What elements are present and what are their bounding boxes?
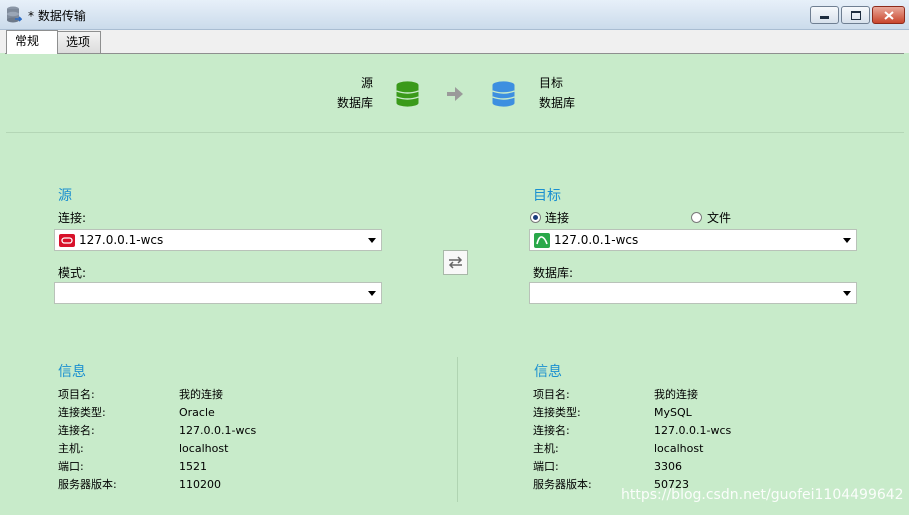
minimize-icon [820,16,829,19]
radio-connection[interactable] [530,212,541,223]
source-connection-select[interactable]: 127.0.0.1-wcs [54,229,382,251]
chevron-down-icon [368,291,376,296]
info-row: 端口: 3306 [533,458,731,476]
header-target-label: 目标 数据库 [539,73,575,113]
info-row: 连接类型: Oracle [58,404,256,422]
info-key: 端口: [533,460,559,473]
arrow-right-icon [447,87,463,104]
database-select[interactable] [529,282,857,304]
info-key: 连接类型: [533,406,581,419]
info-key: 项目名: [533,388,570,401]
info-row: 项目名: 我的连接 [58,386,256,404]
info-value: 1521 [179,460,207,473]
info-key: 项目名: [58,388,95,401]
target-connection-value: 127.0.0.1-wcs [554,233,639,247]
info-value: 3306 [654,460,682,473]
swap-icon [448,256,463,269]
schema-label: 模式: [58,266,87,280]
source-info-list: 项目名: 我的连接 连接类型: Oracle 连接名: 127.0.0.1-wcs 主… [58,386,256,494]
info-value: Oracle [179,406,215,419]
source-title: 源 [58,188,72,204]
info-value: 127.0.0.1-wcs [654,424,732,437]
info-value: MySQL [654,406,692,419]
info-key: 服务器版本: [58,478,117,491]
minimize-button[interactable] [810,6,839,24]
window-title: * 数据传输 [28,9,86,23]
info-row: 服务器版本: 110200 [58,476,256,494]
radio-connection-label[interactable]: 连接 [545,209,569,226]
header-target-line2: 数据库 [539,96,576,110]
info-key: 主机: [533,442,559,455]
maximize-icon [850,10,861,20]
target-database-icon [492,81,515,110]
radio-file-label[interactable]: 文件 [707,209,731,226]
tab-general[interactable]: 常规 [6,30,58,54]
info-value: 127.0.0.1-wcs [179,424,257,437]
target-info-title: 信息 [534,364,562,380]
info-key: 连接名: [533,424,570,437]
chevron-down-icon [843,291,851,296]
info-row: 主机: localhost [533,440,731,458]
info-separator [457,357,458,502]
chevron-down-icon [843,238,851,243]
info-value: 我的连接 [654,388,698,401]
watermark: https://blog.csdn.net/guofei1104499642 [621,487,904,503]
database-app-icon [6,6,23,24]
swap-button[interactable] [443,250,468,275]
title-bar [0,0,909,30]
info-value: 110200 [179,478,221,491]
header-source-line2: 数据库 [336,96,373,110]
tab-options[interactable]: 选项 [57,31,101,53]
header-source-label: 源 数据库 [320,73,373,113]
info-row: 连接类型: MySQL [533,404,731,422]
info-value: 我的连接 [179,388,223,401]
chevron-down-icon [368,238,376,243]
header-separator [6,132,904,133]
radio-file[interactable] [691,212,702,223]
target-title: 目标 [533,188,561,204]
info-row: 项目名: 我的连接 [533,386,731,404]
schema-select[interactable] [54,282,382,304]
maximize-button[interactable] [841,6,870,24]
info-value: localhost [179,442,229,455]
close-icon [883,10,894,20]
source-connection-label: 连接: [58,211,87,225]
info-row: 连接名: 127.0.0.1-wcs [533,422,731,440]
target-info-list: 项目名: 我的连接 连接类型: MySQL 连接名: 127.0.0.1-wcs 主机… [533,386,731,494]
database-label: 数据库: [533,266,574,280]
source-connection-value: 127.0.0.1-wcs [79,233,164,247]
info-key: 连接类型: [58,406,106,419]
tab-strip [0,30,909,53]
info-row: 端口: 1521 [58,458,256,476]
source-database-icon [396,81,419,110]
oracle-icon [59,234,75,250]
info-key: 主机: [58,442,84,455]
mysql-icon [534,233,550,251]
info-key: 端口: [58,460,84,473]
header-source-line1: 源 [360,76,373,90]
target-connection-select[interactable]: 127.0.0.1-wcs [529,229,857,251]
info-row: 连接名: 127.0.0.1-wcs [58,422,256,440]
source-info-title: 信息 [58,364,86,380]
info-key: 连接名: [58,424,95,437]
info-value: localhost [654,442,704,455]
close-button[interactable] [872,6,905,24]
header-target-line1: 目标 [539,76,564,90]
info-row: 主机: localhost [58,440,256,458]
